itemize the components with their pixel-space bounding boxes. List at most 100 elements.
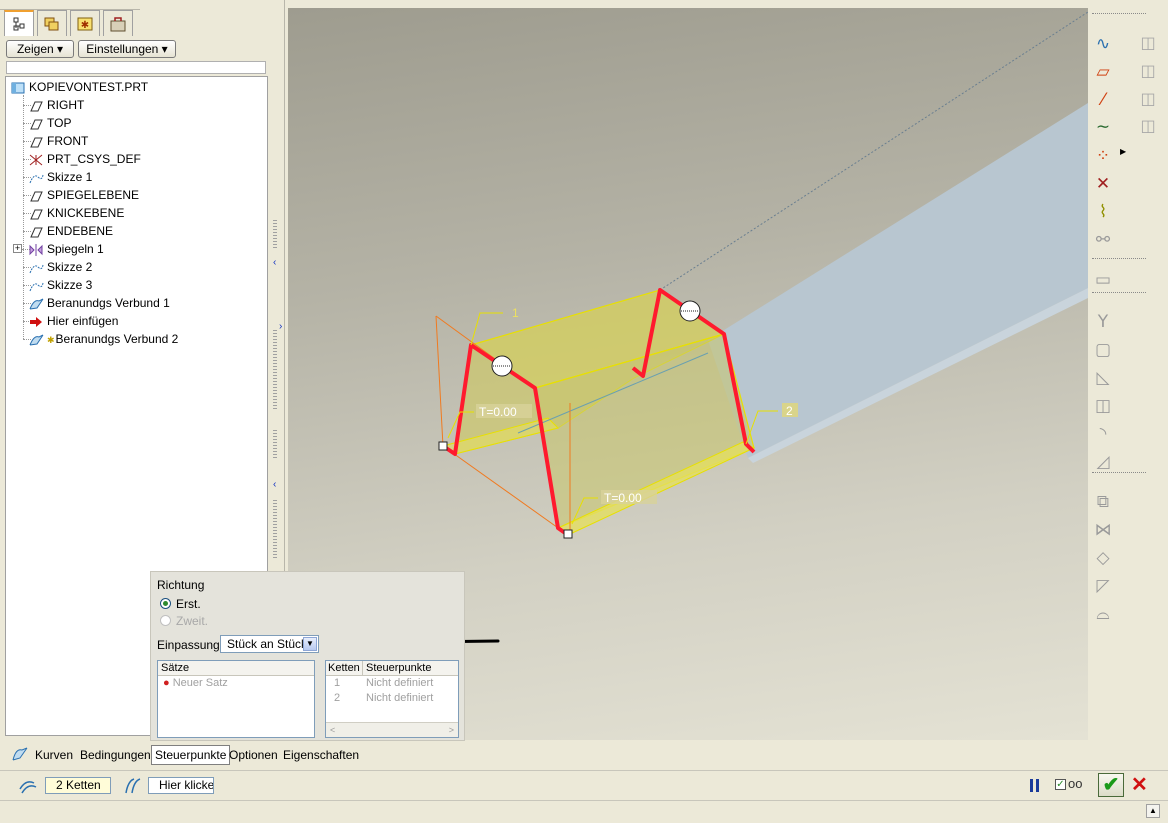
layer-tab[interactable]: [37, 10, 67, 36]
datum-plane-icon: [30, 227, 43, 238]
analysis-icon[interactable]: ⌇: [1092, 201, 1114, 223]
chain-start-marker-2[interactable]: [679, 300, 701, 322]
datum-curve-icon[interactable]: ∼: [1092, 116, 1114, 138]
tree-root[interactable]: KOPIEVONTEST.PRT: [10, 78, 148, 96]
hole-tool-icon[interactable]: Y: [1092, 311, 1114, 333]
tree-item[interactable]: Skizze 3: [28, 276, 92, 294]
first-direction-icon[interactable]: [18, 777, 38, 795]
new-feature-star-icon: ✱: [47, 335, 55, 345]
tab-conditions[interactable]: Bedingungen: [80, 745, 151, 765]
tab-curves[interactable]: Kurven: [35, 745, 73, 765]
cut-tool-icon[interactable]: ▭: [1092, 269, 1114, 291]
datum-plane-tool-icon[interactable]: ▱: [1092, 61, 1114, 83]
expand-icon[interactable]: +: [13, 244, 22, 253]
tree-item-label: Spiegeln 1: [47, 242, 104, 256]
table-row[interactable]: 2 Nicht definiert: [326, 691, 458, 706]
toolbar-separator: [1092, 292, 1146, 293]
chevron-down-icon[interactable]: ▼: [303, 637, 317, 651]
layers-icon: [44, 17, 59, 30]
tension-label-2[interactable]: T=0.00: [604, 491, 642, 505]
tree-item[interactable]: RIGHT: [28, 96, 84, 114]
tree-item[interactable]: Skizze 2: [28, 258, 92, 276]
round-tool-icon[interactable]: ◝: [1092, 423, 1114, 445]
tree-item[interactable]: Beranundgs Verbund 1: [28, 294, 170, 312]
chain-start-marker-1[interactable]: [491, 355, 513, 377]
flyout-arrow-icon[interactable]: ▶: [1120, 147, 1126, 156]
scroll-right-icon[interactable]: >: [449, 723, 454, 737]
trim-tool-icon[interactable]: ◸: [1092, 575, 1114, 597]
fit-select[interactable]: Stück an Stück ▼: [220, 635, 319, 653]
datum-axis-icon[interactable]: ⁄: [1092, 89, 1114, 111]
tree-item[interactable]: TOP: [28, 114, 71, 132]
preview-checkbox[interactable]: ✓: [1055, 779, 1066, 790]
end-handle-1[interactable]: [438, 441, 448, 451]
mirror-tool-icon[interactable]: ⋈: [1092, 519, 1114, 541]
splitter-grip-4: [273, 500, 277, 560]
tree-item-label: Beranundgs Verbund 1: [47, 296, 170, 310]
tree-item[interactable]: Hier einfügen: [28, 312, 118, 330]
settings-menu-button[interactable]: Einstellungen ▾: [78, 40, 176, 58]
draft-tool-icon[interactable]: ◫: [1092, 395, 1114, 417]
control-points-panel: Richtung Erst. Zweit. Einpassung Stück a…: [150, 571, 465, 741]
collapse-left-icon[interactable]: ‹: [273, 258, 283, 268]
second-direction-radio[interactable]: [160, 615, 171, 626]
collapse-left-icon-2[interactable]: ‹: [273, 480, 283, 490]
model-tree-tab[interactable]: [4, 10, 34, 36]
datum-curve-sketch-icon[interactable]: ∿: [1092, 33, 1114, 55]
tree-item-label: TOP: [47, 116, 72, 130]
tree-item[interactable]: FRONT: [28, 132, 88, 150]
extrude-tool-icon[interactable]: ◫: [1138, 33, 1158, 53]
tab-options[interactable]: Optionen: [229, 745, 278, 765]
first-direction-radio[interactable]: [160, 598, 171, 609]
tree-filter-field[interactable]: [6, 61, 266, 74]
sweep-tool-icon[interactable]: ◫: [1138, 89, 1158, 109]
show-menu-button[interactable]: Zeigen ▾: [6, 40, 74, 58]
datum-plane-icon: [30, 209, 43, 220]
second-direction-icon[interactable]: [122, 777, 142, 795]
blend-tool-icon[interactable]: ◫: [1138, 116, 1158, 136]
coordinate-system-tool-icon[interactable]: ✕: [1092, 173, 1114, 195]
scroll-up-icon[interactable]: ▲: [1146, 804, 1160, 818]
favorites-tab[interactable]: ✱: [70, 10, 100, 36]
tree-item-label: PRT_CSYS_DEF: [47, 152, 141, 166]
extend-tool-icon[interactable]: ⌓: [1092, 603, 1114, 625]
tree-item-label: Skizze 1: [47, 170, 93, 184]
second-direction-field[interactable]: Hier klicken: [148, 777, 214, 794]
chain-label-2[interactable]: 2: [786, 404, 793, 418]
scroll-left-icon[interactable]: <: [330, 723, 335, 737]
pattern-tool-icon[interactable]: ⧉: [1092, 491, 1114, 513]
rib-tool-icon[interactable]: ◺: [1092, 367, 1114, 389]
end-handle-2[interactable]: [563, 529, 573, 539]
pause-icon[interactable]: [1030, 779, 1033, 792]
confirm-check-icon[interactable]: ✔: [1098, 773, 1124, 797]
first-direction-chains-field[interactable]: 2 Ketten: [45, 777, 111, 794]
tree-item[interactable]: PRT_CSYS_DEF: [28, 150, 141, 168]
chains-table[interactable]: Ketten Steuerpunkte 1 Nicht definiert 2 …: [325, 660, 459, 738]
sketch-icon: [29, 264, 44, 274]
merge-tool-icon[interactable]: ◇: [1092, 547, 1114, 569]
datum-point-icon[interactable]: ⁘: [1092, 145, 1114, 167]
part-icon: [11, 82, 25, 94]
shell-tool-icon[interactable]: ▢: [1092, 339, 1114, 361]
horizontal-scrollbar[interactable]: < >: [326, 722, 458, 737]
glasses-icon[interactable]: oo: [1068, 776, 1082, 791]
chamfer-tool-icon[interactable]: ◿: [1092, 451, 1114, 473]
tree-item[interactable]: KNICKEBENE: [28, 204, 124, 222]
tree-item[interactable]: ✱Beranundgs Verbund 2: [28, 330, 178, 348]
sets-item[interactable]: ● Neuer Satz: [158, 676, 314, 691]
sets-list[interactable]: Sätze ● Neuer Satz: [157, 660, 315, 738]
revolve-tool-icon[interactable]: ◫: [1138, 61, 1158, 81]
cancel-x-icon[interactable]: ✕: [1131, 775, 1148, 795]
tab-control-points[interactable]: Steuerpunkte: [151, 745, 231, 765]
tree-item[interactable]: + Spiegeln 1: [13, 240, 104, 258]
link-icon[interactable]: ⚯: [1092, 229, 1114, 251]
tree-item[interactable]: ENDEBENE: [28, 222, 113, 240]
chain-label-1[interactable]: 1: [512, 306, 519, 320]
tree-item-label: Skizze 3: [47, 278, 93, 292]
tension-label-1[interactable]: T=0.00: [479, 405, 517, 419]
tab-properties[interactable]: Eigenschaften: [283, 745, 359, 765]
tree-item[interactable]: SPIEGELEBENE: [28, 186, 139, 204]
tree-item[interactable]: Skizze 1: [28, 168, 92, 186]
tools-tab[interactable]: [103, 10, 133, 36]
table-row[interactable]: 1 Nicht definiert: [326, 676, 458, 691]
